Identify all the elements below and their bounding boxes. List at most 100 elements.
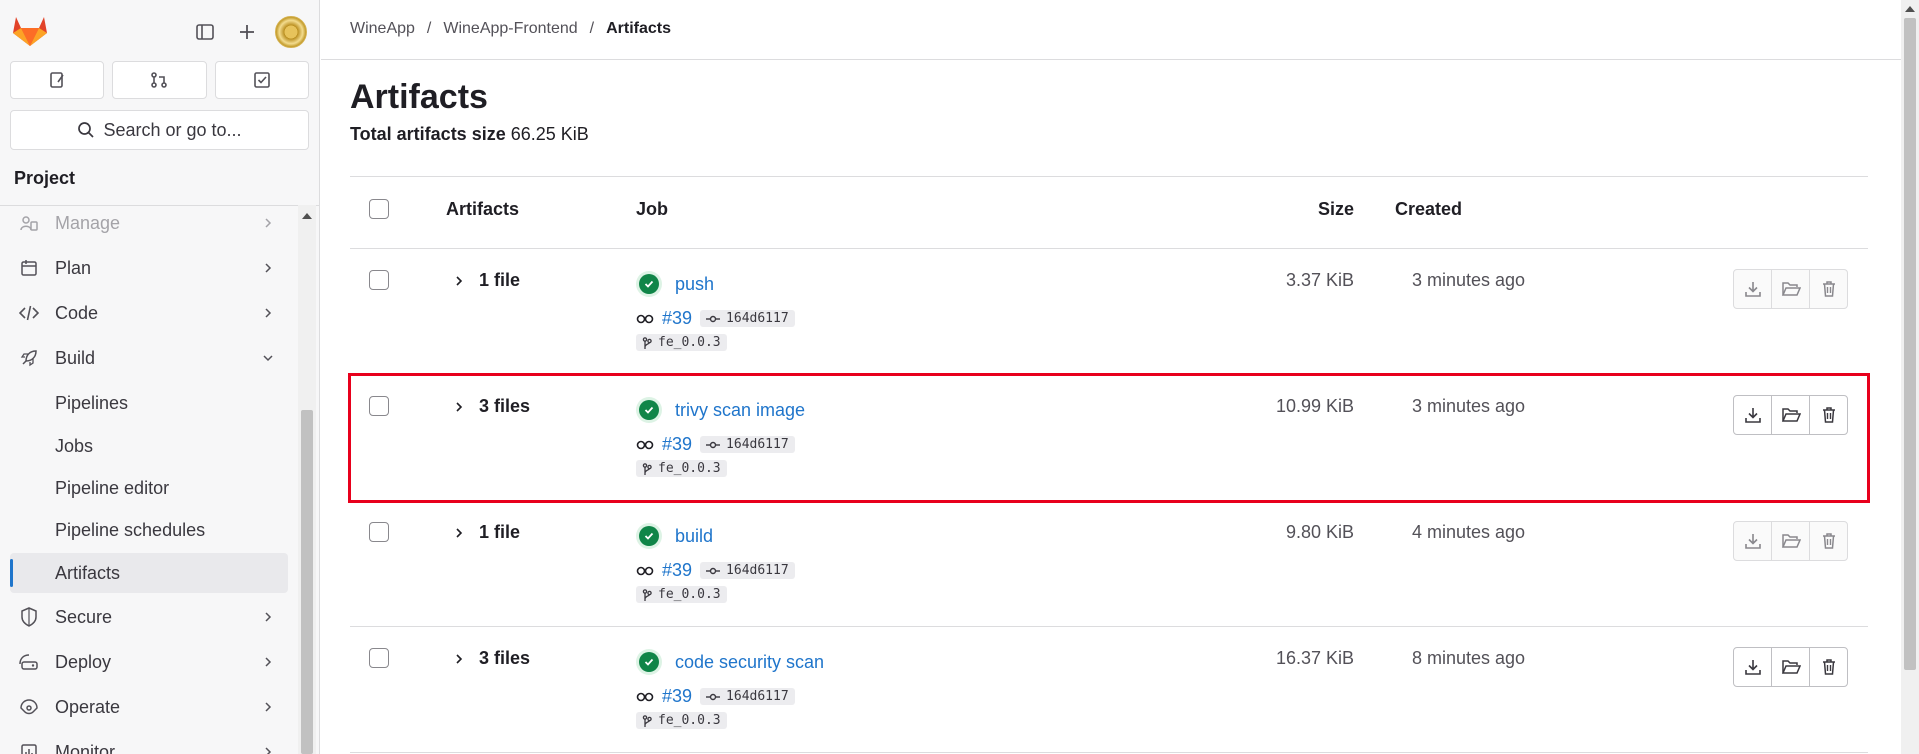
page-scrollbar[interactable] xyxy=(1901,0,1919,754)
sidebar-item-monitor[interactable]: Monitor xyxy=(10,732,288,754)
sidebar-scrollbar[interactable] xyxy=(298,205,316,754)
browse-button[interactable] xyxy=(1771,395,1810,435)
branch-name: fe_0.0.3 xyxy=(658,461,721,476)
total-size-label: Total artifacts size xyxy=(350,124,506,144)
column-header-created[interactable]: Created xyxy=(1395,199,1462,220)
breadcrumb-separator: / xyxy=(589,20,595,37)
pipeline-link[interactable]: #39 xyxy=(662,686,692,707)
column-header-size[interactable]: Size xyxy=(1318,199,1354,220)
sidebar-item-build[interactable]: Build xyxy=(10,338,288,378)
download-button[interactable] xyxy=(1733,521,1772,561)
sidebar: Search or go to... Project Manage Plan C… xyxy=(0,0,320,754)
shield-icon xyxy=(18,606,40,628)
plus-icon[interactable] xyxy=(233,18,261,46)
status-success-icon[interactable] xyxy=(636,649,662,675)
commit-chip[interactable]: 164d6117 xyxy=(700,562,795,579)
browse-button[interactable] xyxy=(1771,269,1810,309)
delete-button[interactable] xyxy=(1809,521,1848,561)
sidebar-item-artifacts[interactable]: Artifacts xyxy=(10,553,288,593)
code-icon xyxy=(18,302,40,324)
sidebar-item-plan[interactable]: Plan xyxy=(10,248,288,288)
download-button[interactable] xyxy=(1733,395,1772,435)
created-time: 4 minutes ago xyxy=(1412,522,1526,542)
status-success-icon[interactable] xyxy=(636,523,662,549)
branch-chip[interactable]: fe_0.0.3 xyxy=(636,460,727,477)
artifact-count-toggle[interactable]: 1 file xyxy=(453,270,520,291)
branch-chip[interactable]: fe_0.0.3 xyxy=(636,586,727,603)
page-title: Artifacts xyxy=(350,78,488,116)
download-button[interactable] xyxy=(1733,647,1772,687)
delete-button[interactable] xyxy=(1809,269,1848,309)
branch-row: fe_0.0.3 xyxy=(636,334,727,354)
delete-button[interactable] xyxy=(1809,647,1848,687)
commit-chip[interactable]: 164d6117 xyxy=(700,688,795,705)
merge-requests-button[interactable] xyxy=(112,61,207,99)
sidebar-item-secure[interactable]: Secure xyxy=(10,597,288,637)
artifact-count-toggle[interactable]: 1 file xyxy=(453,522,520,543)
commit-chip[interactable]: 164d6117 xyxy=(700,310,795,327)
browse-button[interactable] xyxy=(1771,521,1810,561)
artifact-size: 10.99 KiB xyxy=(1275,396,1354,416)
pipeline-icon xyxy=(636,440,654,449)
sidebar-item-pipeline-editor[interactable]: Pipeline editor xyxy=(10,468,288,508)
row-checkbox[interactable] xyxy=(369,522,389,542)
status-success-icon[interactable] xyxy=(636,271,662,297)
browse-button[interactable] xyxy=(1771,647,1810,687)
artifacts-table: Artifacts Job Size Created 1 file push #… xyxy=(348,176,1870,753)
sidebar-item-label: Monitor xyxy=(55,741,116,754)
divider xyxy=(321,59,1901,60)
sidebar-item-jobs[interactable]: Jobs xyxy=(10,426,288,466)
job-link[interactable]: code security scan xyxy=(675,652,824,673)
download-icon xyxy=(1744,534,1761,549)
commit-chip[interactable]: 164d6117 xyxy=(700,436,795,453)
issues-button[interactable] xyxy=(10,61,105,99)
job-link[interactable]: push xyxy=(675,274,714,295)
row-checkbox[interactable] xyxy=(369,648,389,668)
created-time: 3 minutes ago xyxy=(1412,396,1526,416)
sidebar-item-deploy[interactable]: Deploy xyxy=(10,642,288,682)
job-meta: #39 164d6117 xyxy=(636,308,795,329)
search-button[interactable]: Search or go to... xyxy=(10,110,309,150)
total-artifacts-size: Total artifacts size 66.25 KiB xyxy=(350,124,589,145)
sidebar-scrollbar-thumb[interactable] xyxy=(301,410,313,754)
sidebar-item-code[interactable]: Code xyxy=(10,293,288,333)
pipeline-icon xyxy=(636,314,654,323)
sidebar-item-manage[interactable]: Manage xyxy=(10,205,288,241)
sidebar-toggle-icon[interactable] xyxy=(191,18,219,46)
scroll-up-arrow-icon[interactable] xyxy=(1905,6,1915,12)
avatar[interactable] xyxy=(275,16,307,48)
pipeline-link[interactable]: #39 xyxy=(662,560,692,581)
sidebar-item-pipelines[interactable]: Pipelines xyxy=(10,383,288,423)
artifact-count-toggle[interactable]: 3 files xyxy=(453,396,530,417)
todos-button[interactable] xyxy=(214,61,309,99)
branch-name: fe_0.0.3 xyxy=(658,335,721,350)
column-header-artifacts[interactable]: Artifacts xyxy=(446,199,519,220)
delete-button[interactable] xyxy=(1809,395,1848,435)
scroll-up-arrow-icon[interactable] xyxy=(302,213,312,219)
breadcrumb-current[interactable]: Artifacts xyxy=(606,20,671,38)
select-all-checkbox[interactable] xyxy=(369,199,389,219)
row-checkbox[interactable] xyxy=(369,396,389,416)
gitlab-logo-icon[interactable] xyxy=(12,13,48,47)
commit-sha: 164d6117 xyxy=(726,689,789,704)
artifact-count-toggle[interactable]: 3 files xyxy=(453,648,530,669)
status-success-icon[interactable] xyxy=(636,397,662,423)
download-button[interactable] xyxy=(1733,269,1772,309)
artifact-count: 1 file xyxy=(479,270,521,290)
pipeline-link[interactable]: #39 xyxy=(662,434,692,455)
breadcrumb-group-link[interactable]: WineApp xyxy=(350,20,415,38)
breadcrumb-project-link[interactable]: WineApp-Frontend xyxy=(443,20,577,38)
job-link[interactable]: build xyxy=(675,526,713,547)
branch-chip[interactable]: fe_0.0.3 xyxy=(636,712,727,729)
sidebar-item-operate[interactable]: Operate xyxy=(10,687,288,727)
sidebar-item-pipeline-schedules[interactable]: Pipeline schedules xyxy=(10,510,288,550)
branch-chip[interactable]: fe_0.0.3 xyxy=(636,334,727,351)
folder-open-icon xyxy=(1781,408,1801,422)
rocket-icon xyxy=(18,347,40,369)
pipeline-link[interactable]: #39 xyxy=(662,308,692,329)
branch-name: fe_0.0.3 xyxy=(658,587,721,602)
artifact-size: 9.80 KiB xyxy=(1285,522,1354,542)
row-checkbox[interactable] xyxy=(369,270,389,290)
job-link[interactable]: trivy scan image xyxy=(675,400,805,421)
page-scrollbar-thumb[interactable] xyxy=(1904,18,1916,670)
